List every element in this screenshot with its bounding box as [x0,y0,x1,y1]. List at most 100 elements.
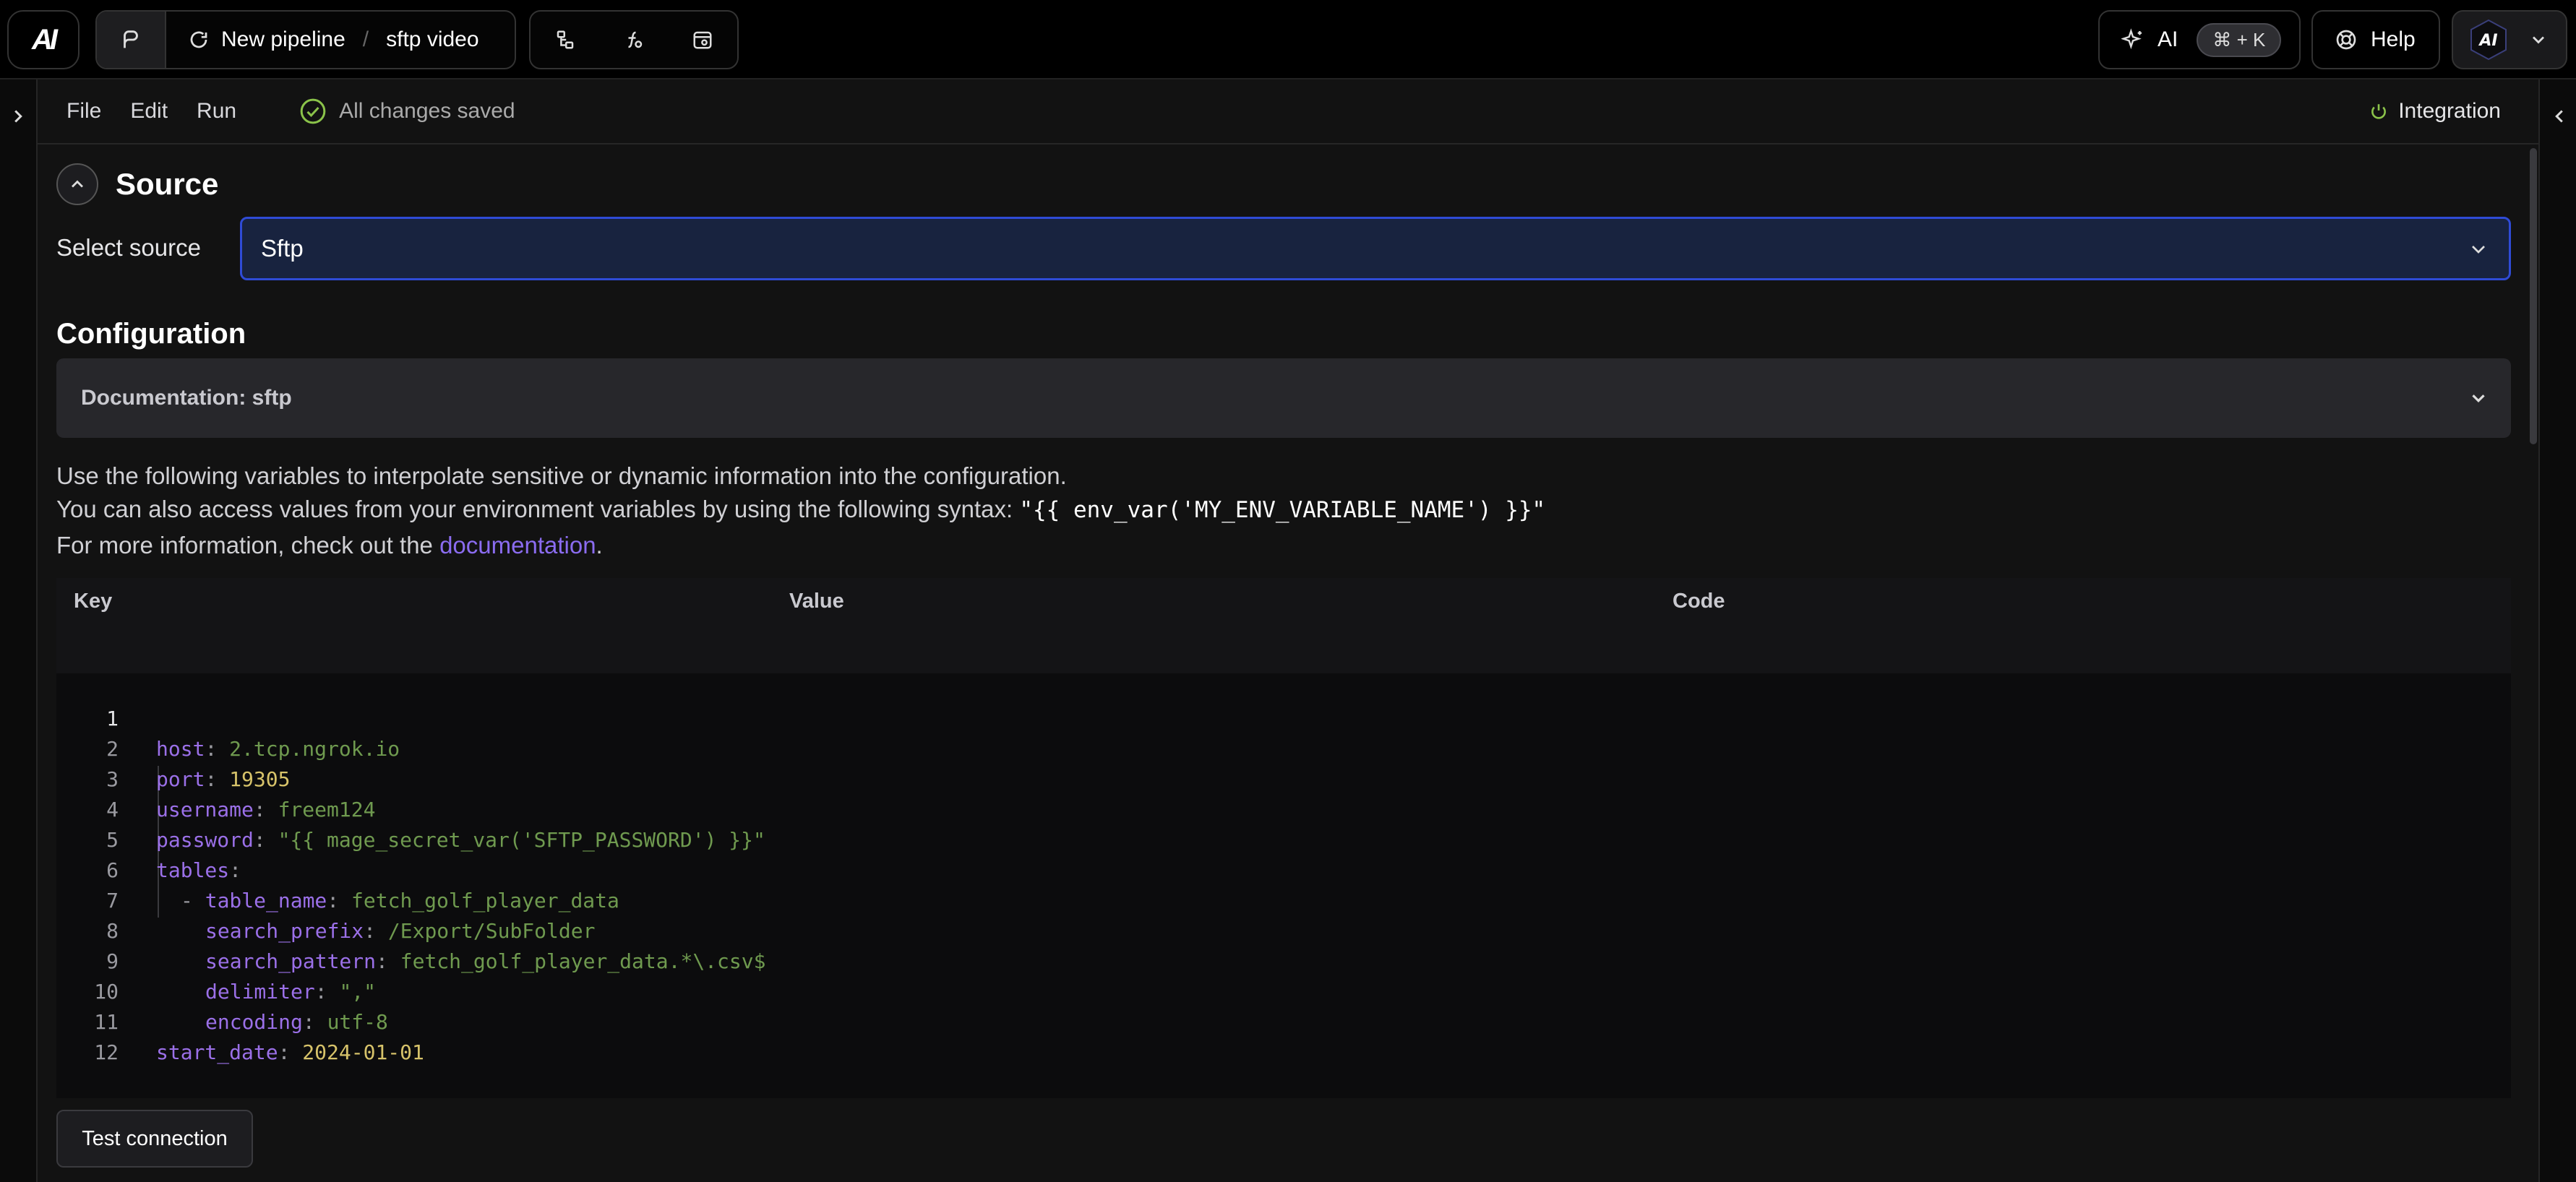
yaml-list-dash: - [181,889,205,913]
code-line: 1 host: 2.tcp.ngrok.io [56,673,400,761]
refresh-icon [190,31,207,48]
collapse-source-button[interactable] [56,163,98,205]
chevron-up-icon [72,180,83,188]
main-content: Source Select source Sftp Configuration … [38,144,2538,1182]
pipeline-name[interactable]: sftp video [386,27,478,52]
chevron-down-icon [2533,36,2544,44]
tree-view-button[interactable] [545,20,585,60]
yaml-value: 19305 [229,767,291,791]
left-sidebar-rail [0,79,38,1182]
code-line: 9 delimiter: "," [56,916,376,1004]
info-line-3-suffix: . [596,532,603,558]
pipeline-breadcrumb-group: New pipeline / sftp video [95,10,516,69]
menu-file[interactable]: File [66,99,101,124]
code-line: 3 username: freem124 [56,734,375,821]
test-connection-button[interactable]: Test connection [56,1110,253,1168]
integration-label: Integration [2398,99,2501,123]
select-source-label: Select source [56,234,201,261]
yaml-value: 2.tcp.ngrok.io [229,737,400,761]
line-number: 12 [94,1040,119,1064]
yaml-value: utf-8 [327,1010,388,1034]
yaml-value: fetch_golf_player_data [351,889,619,913]
yaml-code-editor[interactable]: 1 host: 2.tcp.ngrok.io 2 port: 19305 3 u… [56,673,2511,1098]
yaml-key: table_name [205,889,327,913]
expand-left-icon[interactable] [7,105,29,127]
menu-bar: File Edit Run All changes saved Integrat… [38,79,2538,144]
code-line: 8 search_pattern: fetch_golf_player_data… [56,886,765,973]
save-status: All changes saved [299,97,515,126]
mage-logo-button[interactable]: AI [7,10,80,69]
info-line-2-text: You can also access values from your env… [56,496,1020,522]
pipeline-crumb[interactable]: New pipeline [188,27,345,52]
yaml-key: username [156,798,254,821]
yaml-key: port [156,767,205,791]
info-line-2: You can also access values from your env… [56,496,1545,523]
function-button[interactable] [614,20,654,60]
code-line: 12 [56,1007,129,1064]
yaml-key: delimiter [205,980,315,1004]
ai-label: AI [2158,27,2178,51]
variables-table: Key Value Code [56,578,2511,675]
expand-right-icon[interactable] [2549,105,2570,127]
pipeline-icon-button[interactable] [97,12,166,68]
help-icon [2336,30,2356,50]
yaml-value: "," [339,980,377,1004]
save-status-text: All changes saved [339,99,515,123]
ai-button[interactable]: AI ⌘ + K [2098,10,2301,69]
yaml-value: 2024-01-01 [302,1040,424,1064]
column-header-value: Value [789,590,844,613]
content-scrollbar[interactable] [2530,148,2537,444]
integration-indicator[interactable]: Integration [2369,99,2501,124]
code-line: 5 tables: [56,795,241,882]
yaml-key: password [156,828,254,852]
code-line: 6 - table_name: fetch_golf_player_data [56,825,619,913]
top-bar: AI New pipeline / sftp video AI ⌘ + K He… [0,0,2576,79]
documentation-title: Documentation: sftp [81,386,292,410]
logo-text: AI [32,23,58,56]
chevron-down-icon [2472,394,2485,403]
code-line: 4 password: "{{ mage_secret_var('SFTP_PA… [56,764,765,852]
svg-text:AI: AI [2478,32,2497,50]
documentation-link[interactable]: documentation [439,532,596,558]
info-line-3: For more information, check out the docu… [56,532,603,559]
menu-edit[interactable]: Edit [130,99,168,124]
help-button[interactable]: Help [2311,10,2440,69]
right-sidebar-rail [2538,79,2576,1182]
menu-run[interactable]: Run [197,99,236,124]
source-select-value: Sftp [261,235,304,262]
yaml-key: search_prefix [205,919,364,943]
code-line: 2 port: 19305 [56,704,290,791]
documentation-accordion[interactable]: Documentation: sftp [56,358,2511,438]
yaml-key: encoding [205,1010,303,1034]
yaml-key: host [156,737,205,761]
avatar: AI [2470,19,2507,61]
source-title: Source [116,167,219,201]
user-menu-button[interactable]: AI [2452,10,2567,69]
column-header-key: Key [74,590,113,613]
code-line: 7 search_prefix: /Export/SubFolder [56,855,595,943]
calendar-button[interactable] [682,20,723,60]
info-line-1: Use the following variables to interpola… [56,462,1067,489]
yaml-value: "{{ mage_secret_var('SFTP_PASSWORD') }}" [278,828,765,852]
code-line: 11 start_date: 2024-01-01 [56,977,424,1064]
power-icon [2371,104,2387,119]
source-section-header: Source [56,163,218,205]
yaml-value: freem124 [278,798,376,821]
source-select[interactable]: Sftp [240,217,2511,280]
check-circle-icon [300,98,326,124]
env-var-syntax: "{{ env_var('MY_ENV_VARIABLE_NAME') }}" [1019,497,1546,523]
yaml-key: search_pattern [205,949,377,973]
function-icon [628,31,643,48]
chevron-down-icon [2472,246,2485,254]
code-line: 10 encoding: utf-8 [56,946,388,1034]
sparkle-icon [2121,28,2142,50]
tools-group [529,10,739,69]
yaml-value: /Export/SubFolder [387,919,596,943]
column-header-code: Code [1673,590,1725,613]
yaml-value: fetch_golf_player_data.*\.csv$ [400,949,766,973]
configuration-title: Configuration [56,318,246,350]
tree-icon [557,30,573,49]
pipeline-icon [124,30,138,48]
pipeline-label: New pipeline [221,27,345,51]
ai-shortcut: ⌘ + K [2197,22,2282,57]
